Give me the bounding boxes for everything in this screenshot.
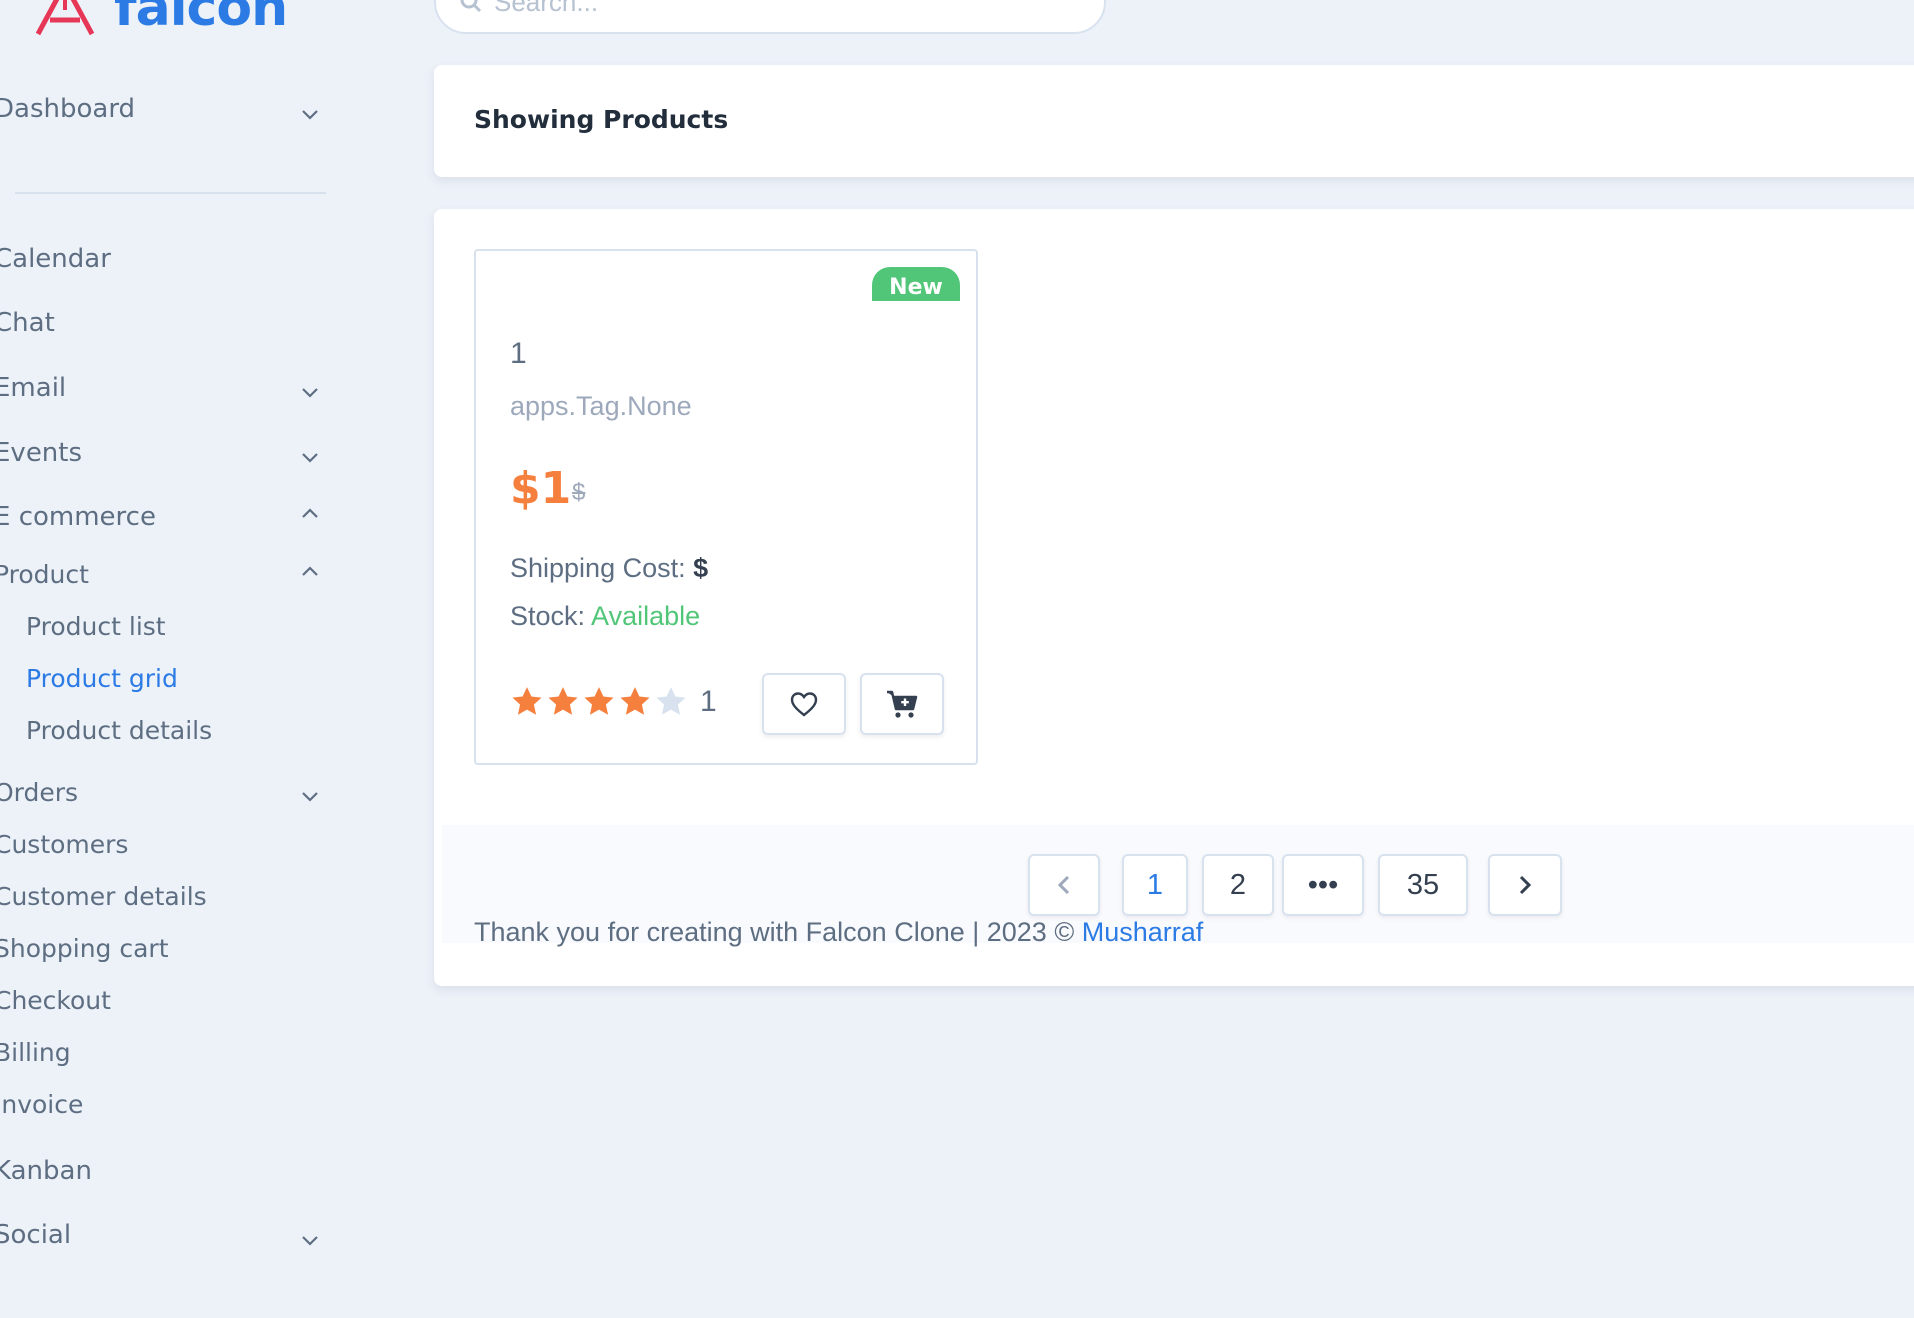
chevron-down-icon[interactable] [298, 102, 322, 126]
sidebar-item-invoice[interactable]: Invoice [0, 1090, 324, 1119]
shipping-value: $ [693, 553, 709, 583]
star-filled-icon [548, 687, 578, 715]
sidebar-item-customers[interactable]: Customers [0, 830, 324, 859]
star-empty-icon [656, 687, 686, 715]
new-badge: New [872, 267, 960, 301]
sidebar-item-dashboard[interactable]: Dashboard [0, 94, 324, 124]
chevron-down-icon[interactable] [298, 380, 322, 404]
page-button-2[interactable]: 2 [1202, 854, 1274, 916]
sidebar-item-label: E commerce [0, 502, 156, 532]
sidebar-item-shopping-cart[interactable]: Shopping cart [0, 934, 324, 963]
sidebar-item-label: Product details [26, 716, 213, 745]
products-header-card: Showing Products [434, 65, 1914, 177]
product-price: $1 [510, 463, 572, 514]
product-tag: apps.Tag.None [510, 391, 692, 421]
chevron-down-icon[interactable] [298, 784, 322, 808]
footer-text: Thank you for creating with Falcon Clone… [474, 917, 1075, 947]
sidebar-item-label: Product grid [26, 664, 178, 693]
add-to-cart-button[interactable] [860, 673, 944, 735]
brand-logo[interactable]: falcon [30, 0, 288, 38]
page-button-35[interactable]: 35 [1378, 854, 1468, 916]
sidebar-item-product[interactable]: Product [0, 560, 324, 589]
sidebar-item-label: Social [0, 1220, 72, 1250]
sidebar-item-label: Billing [0, 1038, 71, 1067]
sidebar-item-label: Customers [0, 830, 129, 859]
sidebar-item-label: Product list [26, 612, 166, 641]
sidebar-item-chat[interactable]: Chat [0, 308, 324, 338]
sidebar-item-label: Events [0, 438, 83, 468]
sidebar-item-product-list[interactable]: Product list [26, 612, 166, 641]
product-grid-card: New 1 apps.Tag.None $1 $ Shipping Cost: … [434, 209, 1914, 986]
sidebar-item-label: Email [0, 373, 67, 403]
sidebar-item-product-grid[interactable]: Product grid [26, 664, 178, 693]
search-bar[interactable]: Search... [434, 0, 1106, 34]
sidebar-item-label: Calendar [0, 244, 111, 274]
search-icon [460, 0, 482, 13]
page-ellipsis-button[interactable]: ••• [1282, 854, 1364, 916]
search-placeholder: Search... [494, 0, 599, 17]
sidebar-item-social[interactable]: Social [0, 1220, 324, 1250]
chevron-left-icon [1057, 875, 1070, 895]
chevron-down-icon[interactable] [298, 445, 322, 469]
rating-stars: 1 [510, 685, 717, 719]
sidebar-item-events[interactable]: Events [0, 438, 324, 468]
sidebar-item-customer-details[interactable]: Customer details [0, 882, 324, 911]
sidebar-item-ecommerce[interactable]: E commerce [0, 502, 324, 532]
sidebar-item-label: Orders [0, 778, 79, 807]
sidebar-item-checkout[interactable]: Checkout [0, 986, 324, 1015]
sidebar-item-label: Chat [0, 308, 55, 338]
author-link[interactable]: Musharraf [1082, 917, 1204, 947]
sidebar-item-label: Shopping cart [0, 934, 169, 963]
sidebar-item-calendar[interactable]: Calendar [0, 244, 324, 274]
product-name[interactable]: 1 [510, 337, 527, 371]
sidebar-item-label: Customer details [0, 882, 207, 911]
chevron-right-icon [1519, 875, 1532, 895]
sidebar-item-kanban[interactable]: Kanban [0, 1156, 324, 1186]
product-old-price: $ [572, 479, 586, 506]
chevron-down-icon[interactable] [298, 1228, 322, 1252]
sidebar-item-label: Dashboard [0, 94, 136, 124]
sidebar-item-label: Kanban [0, 1156, 92, 1186]
shipping-label: Shipping Cost: [510, 553, 686, 583]
next-page-button[interactable] [1488, 854, 1562, 916]
footer-credit: Thank you for creating with Falcon Clone… [474, 917, 1203, 948]
sidebar-item-label: Product [0, 560, 89, 589]
wishlist-button[interactable] [762, 673, 846, 735]
star-filled-icon [620, 687, 650, 715]
sidebar-item-orders[interactable]: Orders [0, 778, 324, 807]
prev-page-button[interactable] [1028, 854, 1100, 916]
chevron-up-icon[interactable] [298, 560, 322, 584]
star-filled-icon [512, 687, 542, 715]
shipping-cost: Shipping Cost: $ [510, 553, 708, 584]
sidebar-item-label: Invoice [0, 1090, 84, 1119]
page-button-1[interactable]: 1 [1122, 854, 1188, 916]
brand-name: falcon [114, 0, 288, 38]
cart-plus-icon [887, 690, 918, 718]
star-filled-icon [584, 687, 614, 715]
sidebar-item-label: Checkout [0, 986, 111, 1015]
sidebar-item-billing[interactable]: Billing [0, 1038, 324, 1067]
page-title: Showing Products [474, 105, 729, 134]
sidebar-item-email[interactable]: Email [0, 373, 324, 403]
sidebar-divider [15, 192, 326, 194]
stock-label: Stock: [510, 601, 586, 631]
rating-count: 1 [700, 685, 717, 718]
product-card[interactable]: New 1 apps.Tag.None $1 $ Shipping Cost: … [474, 249, 978, 765]
stock-value: Available [591, 601, 701, 631]
stock-status: Stock: Available [510, 601, 700, 632]
chevron-up-icon[interactable] [298, 502, 322, 526]
sidebar-item-product-details[interactable]: Product details [26, 716, 212, 745]
heart-icon [790, 692, 818, 717]
falcon-logo-icon [35, 0, 95, 36]
